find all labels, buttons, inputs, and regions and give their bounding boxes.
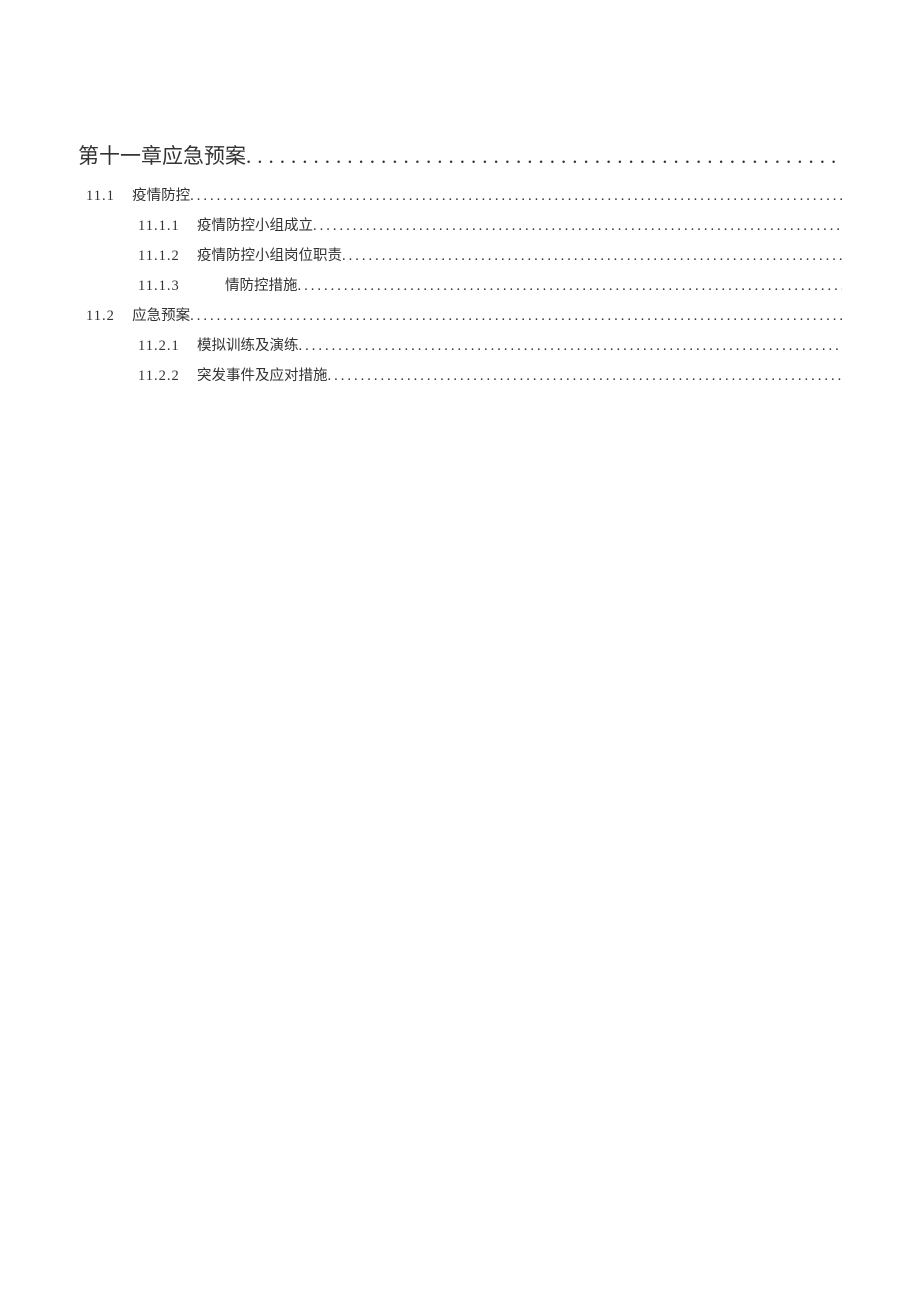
toc-entry-label: 11.2.2 突发事件及应对措施 [138,364,327,385]
toc-entry-number: 11.1.3 [138,278,180,294]
toc-entry-number: 11.2.2 [138,368,180,384]
toc-leader: ........................................… [190,308,842,325]
toc-entry-label: 11.1.1 疫情防控小组成立 [138,214,313,235]
toc-entry-number: 11.1 [86,188,115,204]
toc-entry-number: 11.2 [86,308,115,324]
toc-entry-title: 突发事件及应对措施 [197,368,328,384]
toc-entry-title: 应急预案 [132,308,190,324]
toc-leader: ........................................… [190,188,842,205]
toc-entry-label: 11.1 疫情防控 [86,184,190,205]
toc-entry-label: 11.1.2 疫情防控小组岗位职责 [138,244,342,265]
toc-chapter-label: 第十一章应急预案 [78,140,246,170]
toc-entry-title: 情防控措施 [225,278,298,294]
toc-entry: 11.2.2 突发事件及应对措施 .......................… [78,364,842,385]
toc-entry-label: 11.2 应急预案 [86,304,190,325]
document-page: 第十一章应急预案 ...............................… [0,0,920,385]
toc-leader: ........................................… [313,218,842,235]
toc-leader: ........................................… [327,368,842,385]
toc-entry: 11.2.1 模拟训练及演练 .........................… [78,334,842,355]
toc-entry-title: 疫情防控小组岗位职责 [197,248,342,264]
toc-entry: 11.1 疫情防控 ..............................… [78,184,842,205]
toc-leader: ........................................… [342,248,842,265]
toc-leader: ........................................… [297,278,842,295]
toc-leader: ........................................… [298,338,842,355]
toc-entry-title: 模拟训练及演练 [197,338,299,354]
toc-entry-title: 疫情防控 [132,188,190,204]
toc-chapter-row: 第十一章应急预案 ...............................… [78,140,842,170]
toc-entry-number: 11.2.1 [138,338,180,354]
toc-entry-label: 11.2.1 模拟训练及演练 [138,334,298,355]
toc-entry-title: 疫情防控小组成立 [197,218,313,234]
toc-entry-number: 11.1.1 [138,218,180,234]
toc-entry: 11.1.2 疫情防控小组岗位职责 ......................… [78,244,842,265]
toc-leader: ........................................… [246,144,842,169]
toc-entry: 11.2 应急预案 ..............................… [78,304,842,325]
toc-entry: 11.1.1 疫情防控小组成立 ........................… [78,214,842,235]
toc-entry-number: 11.1.2 [138,248,180,264]
toc-entry-label: 11.1.3 情防控措施 [138,274,297,295]
toc-entry: 11.1.3 情防控措施 ...........................… [78,274,842,295]
